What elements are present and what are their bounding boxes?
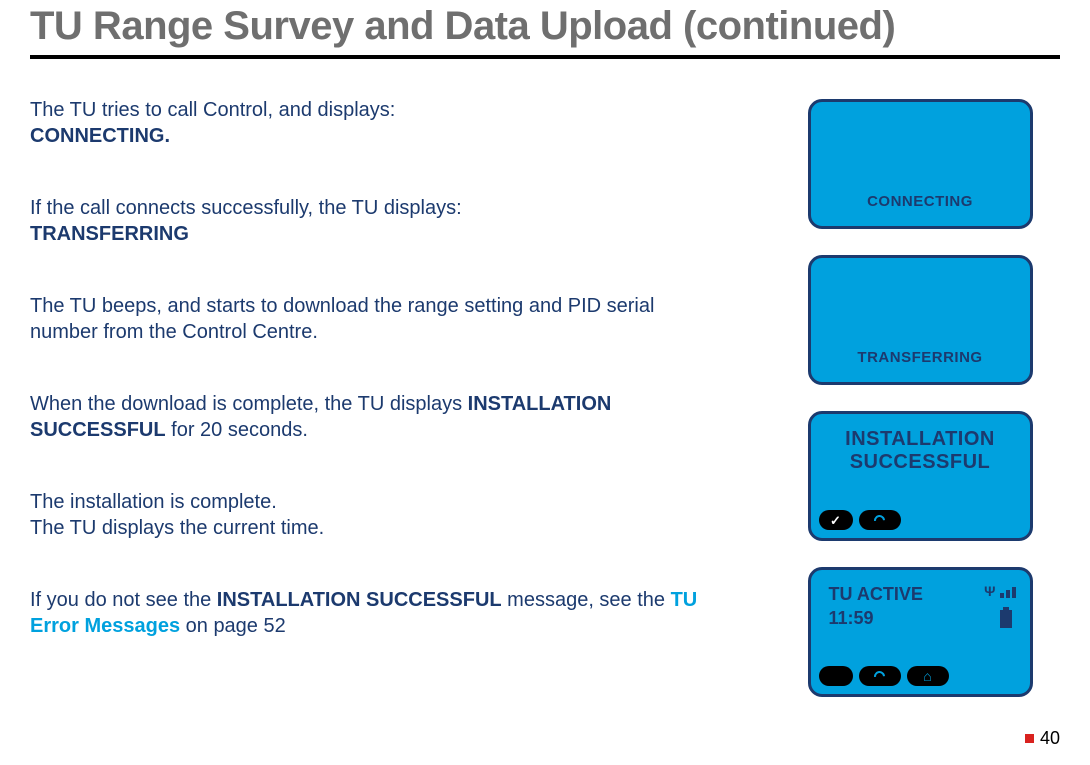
moon-icon [872, 668, 887, 683]
signal-bar-icon [1000, 593, 1004, 598]
paragraph-complete: The installation is complete. The TU dis… [30, 489, 720, 541]
signal-indicator: Ψ [984, 584, 1015, 598]
blank-pill [819, 666, 853, 686]
signal-bar-icon [1012, 587, 1016, 598]
content-area: The TU tries to call Control, and displa… [30, 97, 1060, 697]
page-number: 40 [1025, 728, 1060, 749]
battery-icon [1000, 610, 1012, 628]
screen-tu-active: TU ACTIVE 11:59 Ψ ⌂ [808, 567, 1033, 697]
para-line1: The installation is complete. [30, 491, 277, 513]
paragraph-transferring: If the call connects successfully, the T… [30, 195, 720, 247]
signal-bar-icon [1006, 590, 1010, 598]
para-bold: INSTALLATION SUCCESSFUL [217, 589, 502, 611]
screen-label: TRANSFERRING [811, 349, 1030, 366]
page-marker-icon [1025, 734, 1034, 743]
para-line2: The TU displays the current time. [30, 517, 324, 539]
paragraph-download: The TU beeps, and starts to download the… [30, 293, 720, 345]
text-column: The TU tries to call Control, and displa… [30, 97, 780, 697]
page-title: TU Range Survey and Data Upload (continu… [30, 0, 1060, 59]
para-bold: TRANSFERRING [30, 223, 189, 245]
moon-pill [859, 510, 901, 530]
para-lead: If the call connects successfully, the T… [30, 197, 462, 219]
para-tail: for 20 seconds. [166, 419, 308, 441]
screens-column: CONNECTING TRANSFERRING INSTALLATION SUC… [780, 97, 1060, 697]
screen-label: INSTALLATION SUCCESSFUL [811, 428, 1030, 474]
icon-bar: ✓ [819, 510, 901, 530]
paragraph-connecting: The TU tries to call Control, and displa… [30, 97, 720, 149]
active-label: TU ACTIVE [829, 584, 923, 605]
moon-icon [872, 512, 887, 527]
antenna-icon: Ψ [984, 584, 995, 598]
screen-install-success: INSTALLATION SUCCESSFUL ✓ [808, 411, 1033, 541]
screen-connecting: CONNECTING [808, 99, 1033, 229]
check-icon: ✓ [830, 514, 841, 527]
home-pill: ⌂ [907, 666, 949, 686]
para-bold: CONNECTING. [30, 125, 170, 147]
para-tail: on page 52 [180, 615, 286, 637]
para-mid: message, see the [502, 589, 671, 611]
para-lead: When the download is complete, the TU di… [30, 393, 468, 415]
paragraph-install-success: When the download is complete, the TU di… [30, 391, 720, 443]
para-text: The TU beeps, and starts to download the… [30, 295, 654, 343]
paragraph-error-ref: If you do not see the INSTALLATION SUCCE… [30, 587, 720, 639]
install-line2: SUCCESSFUL [850, 451, 991, 473]
check-pill: ✓ [819, 510, 853, 530]
para-lead: The TU tries to call Control, and displa… [30, 99, 395, 121]
page-number-value: 40 [1040, 728, 1060, 749]
active-time: 11:59 [829, 608, 874, 629]
screen-transferring: TRANSFERRING [808, 255, 1033, 385]
screen-label: CONNECTING [811, 193, 1030, 210]
home-icon: ⌂ [923, 669, 931, 683]
icon-bar: ⌂ [819, 666, 949, 686]
moon-pill [859, 666, 901, 686]
para-lead: If you do not see the [30, 589, 217, 611]
install-line1: INSTALLATION [845, 428, 995, 450]
